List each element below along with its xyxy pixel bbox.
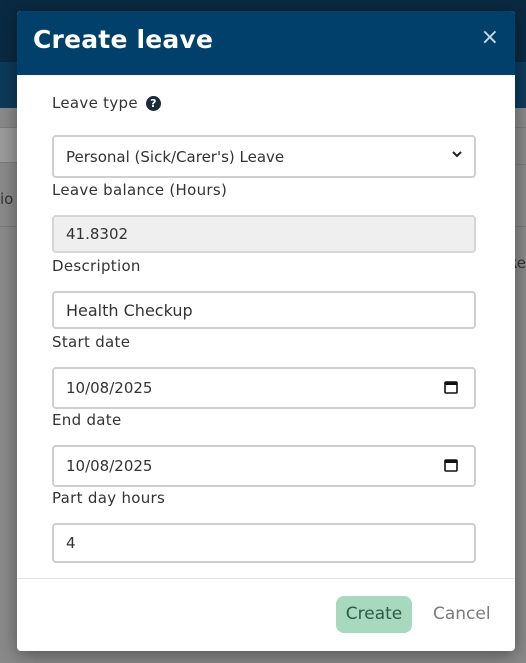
leave-balance-field: 41.8302 (52, 215, 476, 253)
modal-title: Create leave (33, 25, 214, 54)
start-date-value: 10/08/2025 (66, 379, 153, 397)
part-day-hours-input[interactable]: 4 (52, 523, 476, 563)
description-input[interactable]: Health Checkup (52, 291, 476, 329)
help-icon[interactable]: ? (145, 96, 161, 111)
modal-body: Leave type? Personal (Sick/Carer's) Leav… (17, 75, 515, 579)
cancel-button[interactable]: Cancel (433, 596, 491, 633)
calendar-icon[interactable] (444, 458, 458, 472)
calendar-icon[interactable] (444, 380, 458, 394)
create-leave-modal: Create leave × Leave type? Personal (Sic… (17, 11, 515, 651)
part-day-hours-value: 4 (66, 534, 76, 552)
modal-footer: Create Cancel (17, 579, 515, 651)
end-date-value: 10/08/2025 (66, 457, 153, 475)
start-date-input[interactable]: 10/08/2025 (52, 367, 476, 409)
background-left-text: io (0, 190, 14, 208)
start-date-label: Start date (52, 333, 131, 351)
end-date-input[interactable]: 10/08/2025 (52, 445, 476, 487)
chevron-down-icon (452, 151, 462, 158)
leave-type-value: Personal (Sick/Carer's) Leave (66, 147, 285, 166)
leave-balance-label: Leave balance (Hours) (52, 181, 228, 199)
end-date-label: End date (52, 411, 122, 429)
leave-type-select[interactable]: Personal (Sick/Carer's) Leave (52, 135, 476, 178)
modal-header: Create leave × (17, 11, 515, 75)
create-button[interactable]: Create (336, 596, 412, 633)
part-day-hours-label: Part day hours (52, 489, 166, 507)
description-value: Health Checkup (66, 300, 193, 320)
leave-type-label: Leave type? (52, 94, 161, 112)
description-label: Description (52, 257, 141, 275)
leave-balance-value: 41.8302 (66, 225, 129, 243)
close-icon[interactable]: × (481, 25, 499, 50)
leave-type-label-text: Leave type (52, 94, 138, 112)
